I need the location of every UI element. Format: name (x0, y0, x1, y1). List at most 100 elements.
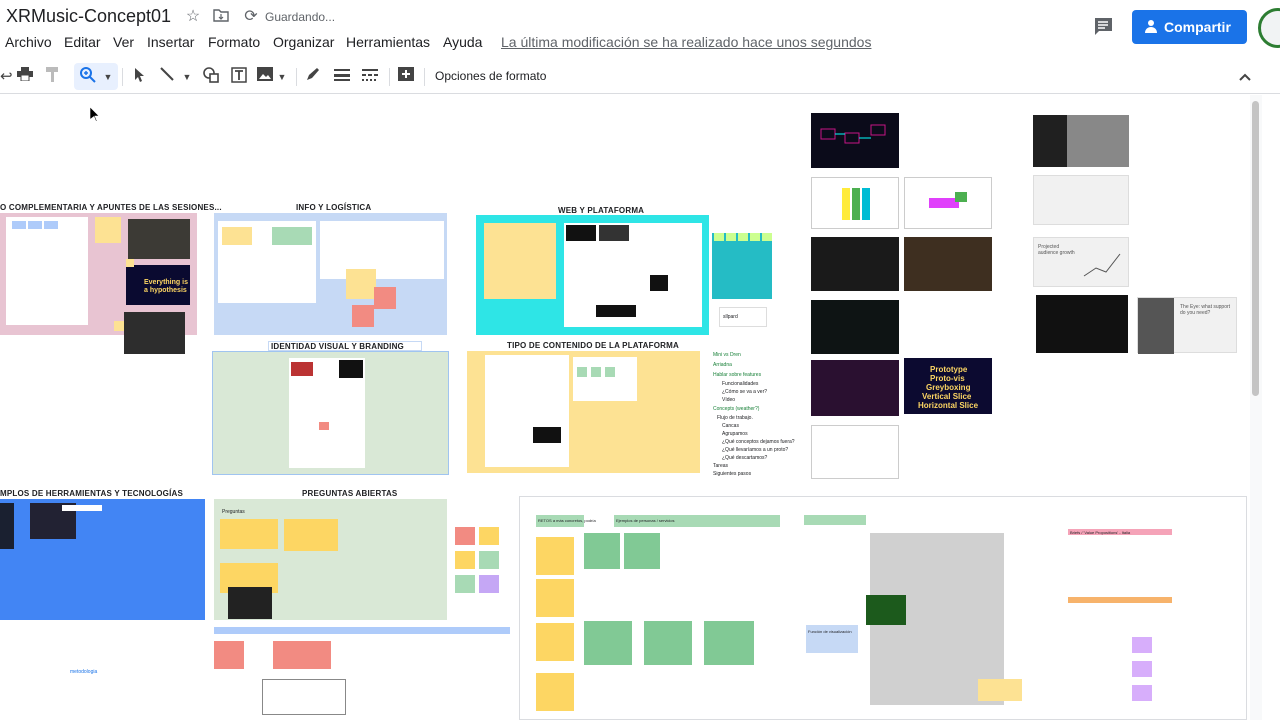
sticky-note[interactable]: Función de visualización (806, 625, 858, 653)
sticky-note[interactable] (750, 233, 760, 241)
menu-herramientas[interactable]: Herramientas (346, 34, 430, 50)
sticky-palette[interactable] (451, 503, 503, 593)
concept-image[interactable] (811, 300, 899, 354)
zoom-dropdown-icon[interactable]: ▼ (101, 67, 115, 87)
line-icon[interactable] (158, 67, 176, 87)
sticky-note[interactable] (95, 217, 121, 243)
vertical-scrollbar[interactable] (1250, 95, 1262, 720)
menu-organizar[interactable]: Organizar (273, 34, 334, 50)
audience-slide[interactable]: Projected audience growth (1033, 237, 1129, 287)
sticky-note[interactable] (352, 305, 374, 327)
board-herramientas[interactable] (0, 499, 205, 620)
zoom-icon[interactable] (78, 67, 98, 87)
line-weight-icon[interactable] (333, 67, 351, 87)
sticky-note[interactable] (584, 533, 620, 569)
prototype-slide[interactable]: Prototype Proto-vis Greyboxing Vertical … (904, 358, 992, 414)
question-image[interactable] (228, 587, 272, 619)
sticky-note[interactable] (479, 551, 499, 569)
sticky-note[interactable] (704, 621, 754, 665)
timeline-slide[interactable] (811, 177, 899, 229)
web-thumbnail[interactable] (599, 225, 629, 241)
paint-format-icon[interactable] (43, 67, 63, 87)
concept-image[interactable] (811, 360, 899, 416)
sticky-note[interactable] (479, 575, 499, 593)
scroll-thumb[interactable] (1252, 101, 1259, 396)
sticky-note[interactable] (220, 519, 278, 549)
menu-editar[interactable]: Editar (64, 34, 101, 50)
sticky-note[interactable] (624, 533, 660, 569)
concept-image[interactable] (1033, 115, 1129, 167)
branding-image[interactable] (339, 360, 363, 378)
board-retos[interactable]: RETOS a más concretos, podría Ejemplos d… (519, 496, 1247, 720)
board-preguntas[interactable]: Preguntas (214, 499, 447, 620)
sticky-note[interactable] (222, 227, 252, 245)
sticky-note[interactable] (591, 367, 601, 377)
textbox-icon[interactable] (229, 67, 249, 87)
move-to-folder-icon[interactable] (212, 8, 230, 26)
web-thumbnail[interactable] (650, 275, 668, 291)
menu-insertar[interactable]: Insertar (147, 34, 194, 50)
sticky-note[interactable] (536, 579, 574, 617)
sticky-note[interactable] (374, 287, 396, 309)
sticky-note[interactable] (536, 623, 574, 661)
sticky-note[interactable] (577, 367, 587, 377)
sticky-note[interactable] (273, 641, 331, 669)
sticky-note[interactable] (346, 269, 376, 299)
image-dropdown-icon[interactable]: ▼ (276, 67, 288, 87)
sticky-note[interactable] (978, 679, 1022, 701)
undo-icon[interactable]: ↩ (0, 67, 13, 87)
sticky-note[interactable] (114, 321, 124, 331)
sticky-note[interactable] (12, 221, 26, 229)
sticky-note[interactable] (644, 621, 692, 665)
sticky-note[interactable] (126, 259, 134, 267)
shape-icon[interactable] (202, 67, 220, 87)
branding-image[interactable] (291, 362, 313, 376)
sticky-note[interactable] (536, 537, 574, 575)
sticky-note[interactable] (584, 621, 632, 665)
menu-formato[interactable]: Formato (208, 34, 260, 50)
eye-slide[interactable]: The Eye: what support do you need? (1137, 297, 1237, 354)
concept-image[interactable] (904, 237, 992, 291)
sticky-note[interactable] (762, 233, 772, 241)
comment-history-icon[interactable] (1092, 16, 1116, 38)
menu-ayuda[interactable]: Ayuda (443, 34, 482, 50)
board-tipo[interactable] (467, 351, 700, 473)
sticky-note[interactable] (319, 422, 329, 430)
flow-diagram-slide[interactable] (811, 113, 899, 168)
sticky-note[interactable] (605, 367, 615, 377)
text-slide[interactable] (1033, 175, 1129, 225)
padlet-board[interactable] (712, 233, 772, 299)
share-button[interactable]: Compartir (1132, 10, 1247, 44)
web-thumbnail[interactable] (596, 305, 636, 317)
board-identidad[interactable] (212, 351, 449, 475)
concept-image[interactable] (811, 237, 899, 291)
sticky-note[interactable] (1132, 685, 1152, 701)
video-call-screenshot[interactable] (124, 312, 185, 354)
video-call-screenshot[interactable] (128, 219, 190, 259)
sticky-note[interactable] (484, 223, 556, 299)
sticky-note[interactable] (479, 527, 499, 545)
sticky-note[interactable] (714, 233, 724, 241)
menu-ver[interactable]: Ver (113, 34, 134, 50)
board-info[interactable] (214, 213, 447, 335)
sticky-note[interactable] (726, 233, 736, 241)
pen-icon[interactable] (304, 67, 322, 87)
line-dropdown-icon[interactable]: ▼ (180, 67, 194, 87)
last-edit-link[interactable]: La última modificación se ha realizado h… (501, 34, 871, 50)
print-icon[interactable] (15, 67, 35, 87)
sticky-note[interactable] (44, 221, 58, 229)
sticky-note[interactable] (272, 227, 312, 245)
sticky-note[interactable] (28, 221, 42, 229)
sticky-note[interactable] (1132, 637, 1152, 653)
sticky-note[interactable] (536, 673, 574, 711)
sticky-note[interactable] (214, 641, 244, 669)
document-title[interactable]: XRMusic-Concept01 (6, 6, 171, 27)
drawing-canvas[interactable]: O COMPLEMENTARIA Y APUNTES DE LAS SESION… (0, 95, 1250, 720)
star-icon[interactable]: ☆ (184, 8, 202, 26)
format-options-button[interactable]: Opciones de formato (435, 69, 546, 83)
sticky-note[interactable] (455, 575, 475, 593)
sticky-note[interactable] (284, 519, 338, 551)
tool-image[interactable] (0, 503, 14, 549)
sticky-note[interactable] (455, 551, 475, 569)
timeline-slide[interactable] (904, 177, 992, 229)
